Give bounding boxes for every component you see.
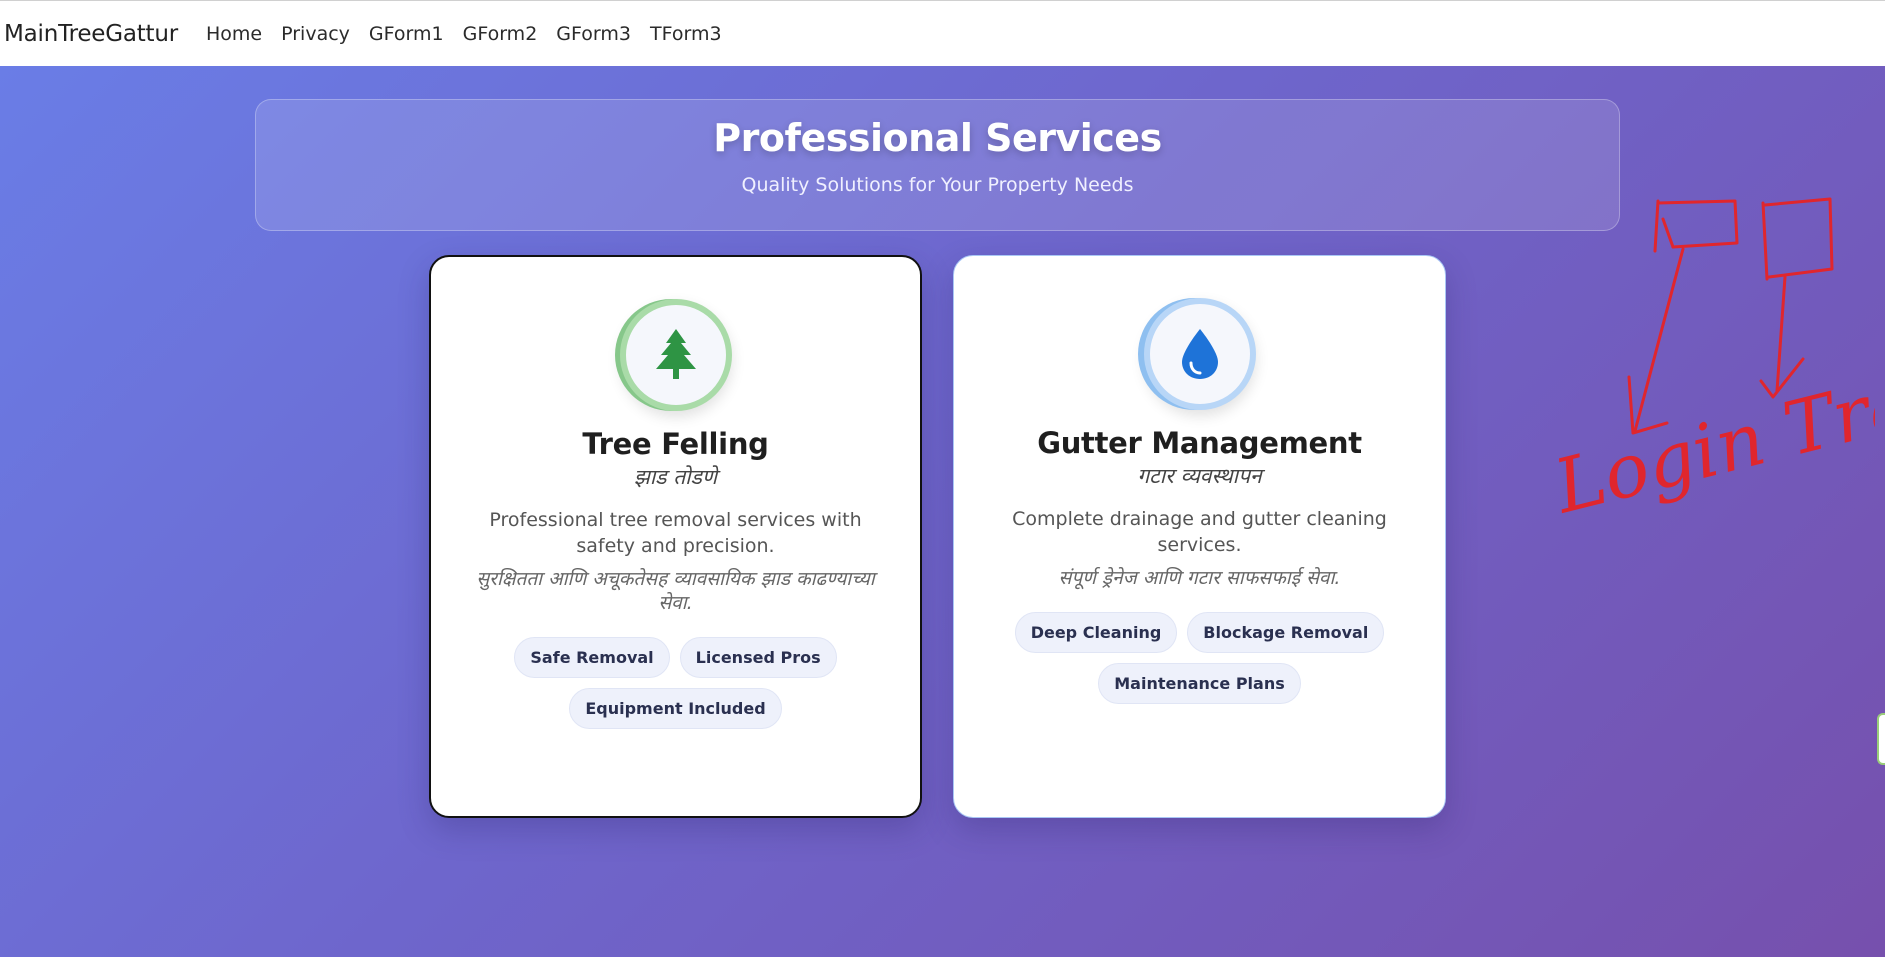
- nav-link-privacy[interactable]: Privacy: [281, 23, 350, 45]
- service-card-tree-felling[interactable]: Tree Felling झाड तोडणे Professional tree…: [429, 255, 922, 818]
- feature-tags: Safe Removal Licensed Pros Equipment Inc…: [491, 637, 860, 729]
- brand-link[interactable]: MainTreeGattur: [4, 21, 178, 47]
- card-description-marathi: संपूर्ण ड्रेनेज आणि गटार साफसफाई सेवा.: [1058, 567, 1341, 589]
- handwritten-annotation: Login Track: [1555, 197, 1875, 531]
- card-title-marathi: झाड तोडणे: [633, 465, 718, 489]
- page-title: Professional Services: [713, 116, 1162, 160]
- feature-tag: Equipment Included: [569, 688, 782, 729]
- service-card-gutter-management[interactable]: Gutter Management गटार व्यवस्थापन Comple…: [953, 255, 1446, 818]
- card-title-marathi: गटार व्यवस्थापन: [1137, 464, 1262, 488]
- feature-tag: Safe Removal: [514, 637, 670, 678]
- feature-tags: Deep Cleaning Blockage Removal Maintenan…: [1014, 612, 1385, 704]
- card-description-marathi: सुरक्षितता आणि अचूकतेसह व्यावसायिक झाड क…: [476, 568, 875, 614]
- services-header: Professional Services Quality Solutions …: [255, 99, 1620, 231]
- annotation-text: Login Track: [1555, 338, 1875, 531]
- feature-tag: Blockage Removal: [1187, 612, 1385, 653]
- nav-link-gform2[interactable]: GForm2: [463, 23, 538, 45]
- tree-icon-badge: [619, 299, 732, 411]
- top-navbar: MainTreeGattur Home Privacy GForm1 GForm…: [0, 0, 1885, 66]
- page-subtitle: Quality Solutions for Your Property Need…: [741, 174, 1134, 196]
- feature-tag: Licensed Pros: [679, 637, 837, 678]
- services-section: Professional Services Quality Solutions …: [0, 66, 1885, 957]
- nav-link-home[interactable]: Home: [206, 23, 262, 45]
- side-widget-tab[interactable]: [1877, 713, 1885, 765]
- nav-link-gform1[interactable]: GForm1: [369, 23, 444, 45]
- tree-icon: [655, 329, 696, 379]
- feature-tag: Maintenance Plans: [1098, 663, 1301, 704]
- nav-link-tform3[interactable]: TForm3: [650, 23, 722, 45]
- card-title: Tree Felling: [582, 427, 769, 461]
- card-description: Complete drainage and gutter cleaning se…: [1012, 508, 1387, 556]
- water-drop-icon: [1181, 329, 1218, 379]
- water-drop-icon-badge: [1143, 298, 1256, 410]
- feature-tag: Deep Cleaning: [1014, 612, 1178, 653]
- card-title: Gutter Management: [1037, 426, 1362, 460]
- nav-link-gform3[interactable]: GForm3: [556, 23, 631, 45]
- card-description: Professional tree removal services with …: [489, 509, 862, 557]
